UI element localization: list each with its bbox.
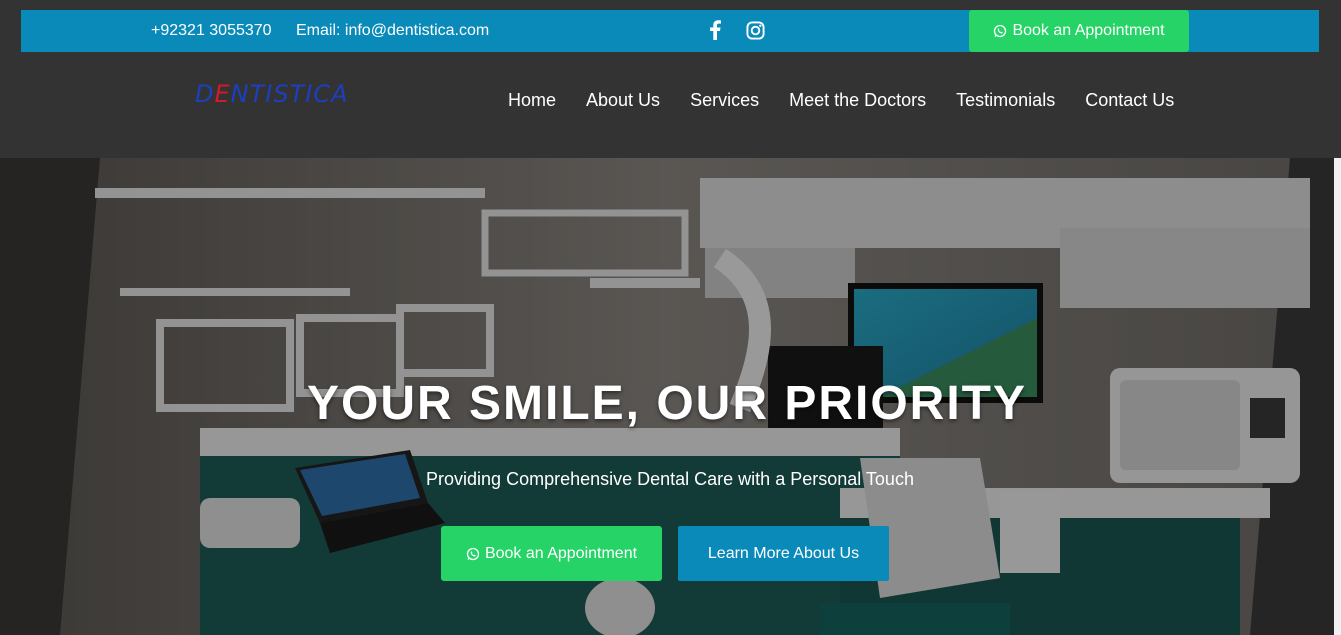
nav-home[interactable]: Home	[508, 90, 556, 111]
book-appointment-button-top[interactable]: Book an Appointment	[969, 10, 1189, 52]
dentistica-logo[interactable]: DENTISTICA	[195, 80, 349, 108]
nav-contact-us[interactable]: Contact Us	[1085, 90, 1174, 111]
nav-testimonials[interactable]: Testimonials	[956, 90, 1055, 111]
top-bar: +92321 3055370 Email: info@dentistica.co…	[21, 10, 1319, 52]
scrollbar-gutter	[1334, 158, 1341, 635]
learn-more-button[interactable]: Learn More About Us	[678, 526, 889, 581]
hero-title: YOUR SMILE, OUR PRIORITY	[306, 377, 1028, 430]
nav-about-us[interactable]: About Us	[586, 90, 660, 111]
book-appointment-button-hero[interactable]: Book an Appointment	[441, 526, 662, 581]
whatsapp-icon	[466, 547, 480, 561]
nav-services[interactable]: Services	[690, 90, 759, 111]
email-address[interactable]: Email: info@dentistica.com	[296, 22, 489, 40]
whatsapp-icon	[993, 24, 1007, 38]
hero-section: YOUR SMILE, OUR PRIORITY Providing Compr…	[0, 158, 1334, 635]
navbar: DENTISTICA Home About Us Services Meet t…	[0, 52, 1341, 158]
page: +92321 3055370 Email: info@dentistica.co…	[0, 0, 1341, 635]
hero-subtitle: Providing Comprehensive Dental Care with…	[426, 469, 914, 489]
book-appointment-label: Book an Appointment	[484, 544, 638, 562]
main-nav: Home About Us Services Meet the Doctors …	[508, 90, 1174, 111]
facebook-icon[interactable]	[705, 20, 725, 40]
logo-letter-e: E	[214, 80, 231, 108]
social-links	[705, 20, 765, 40]
instagram-icon[interactable]	[745, 20, 765, 40]
logo-letter-d: D	[195, 80, 215, 108]
nav-meet-the-doctors[interactable]: Meet the Doctors	[789, 90, 926, 111]
logo-rest: NTISTICA	[230, 80, 349, 108]
phone-number[interactable]: +92321 3055370	[151, 22, 272, 40]
book-appointment-label: Book an Appointment	[1012, 22, 1165, 39]
